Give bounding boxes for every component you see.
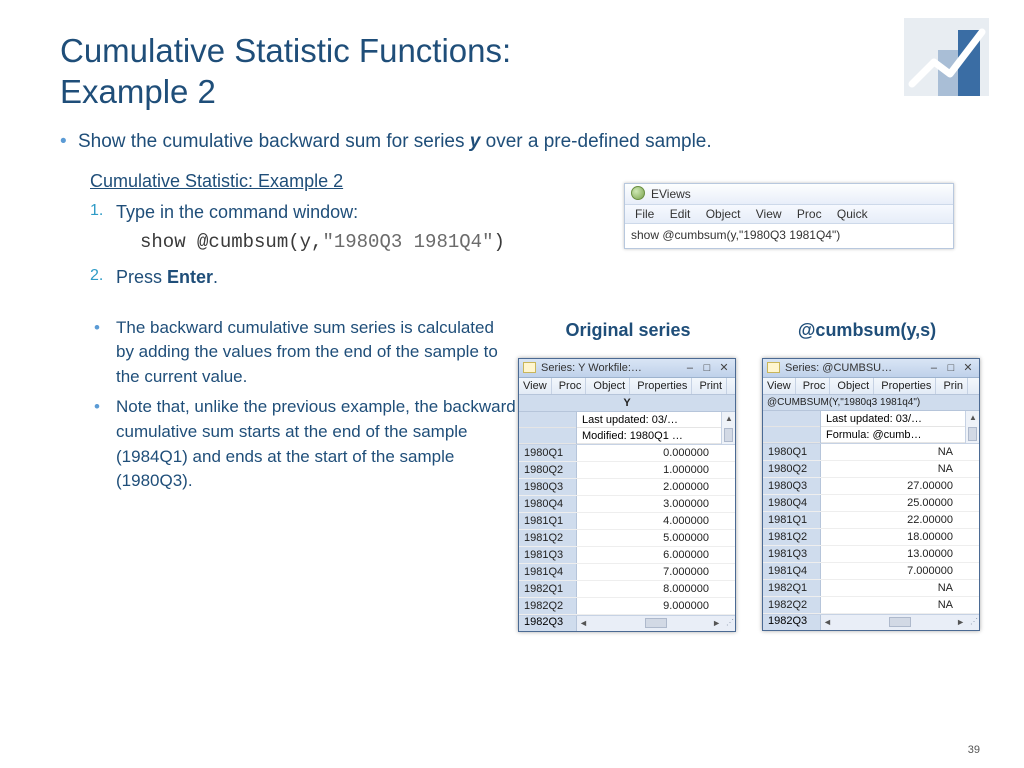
window-footer: 1982Q3 ◄►⋰ [519,615,735,631]
table-row: 1980Q10.000000 [519,445,735,462]
main-bullet: Show the cumulative backward sum for ser… [78,131,964,153]
minimize-icon[interactable]: – [927,362,941,374]
table-row: 1980Q425.00000 [763,495,979,512]
vscroll[interactable]: ▲ [721,412,735,444]
table-row: 1980Q21.000000 [519,462,735,479]
meta-formula: Formula: @cumb… [821,427,965,443]
table-row: 1982Q29.000000 [519,598,735,615]
tb-print[interactable]: Prin [939,378,968,394]
explanation-list: The backward cumulative sum series is ca… [116,316,516,494]
close-icon[interactable]: ✕ [961,361,975,374]
tb-object[interactable]: Object [833,378,874,394]
table-row: 1981Q122.00000 [763,512,979,529]
maximize-icon[interactable]: □ [944,362,958,374]
table-row: 1981Q47.000000 [763,563,979,580]
series-toolbar: View Proc Object Properties Print [519,378,735,395]
series-icon [523,362,536,373]
eviews-app-icon [631,186,645,200]
page-number: 39 [968,744,980,756]
table-row: 1981Q25.000000 [519,530,735,547]
column-header: @CUMBSUM(Y,"1980q3 1981q4") [763,395,979,411]
slide-title: Cumulative Statistic Functions: Example … [60,30,964,113]
tb-view[interactable]: View [763,378,796,394]
table-row: 1981Q14.000000 [519,513,735,530]
tb-view[interactable]: View [519,378,552,394]
tb-print[interactable]: Print [695,378,727,394]
table-row: 1980Q32.000000 [519,479,735,496]
table-row: 1980Q327.00000 [763,478,979,495]
meta-block: Last updated: 03/… Formula: @cumb… ▲ [763,411,979,444]
window-titlebar: Series: Y Workfile:… – □ ✕ [519,359,735,378]
table-row: 1980Q43.000000 [519,496,735,513]
command-window-menu: File Edit Object View Proc Quick [625,205,953,224]
menu-edit[interactable]: Edit [670,207,691,221]
menu-quick[interactable]: Quick [837,207,868,221]
table-row: 1980Q1NA [763,444,979,461]
meta-updated: Last updated: 03/… [821,411,965,427]
column-header: Y [519,395,735,412]
command-window-title: EViews [625,184,953,205]
menu-view[interactable]: View [756,207,782,221]
menu-object[interactable]: Object [706,207,741,221]
explain-item: The backward cumulative sum series is ca… [116,316,516,390]
title-line1: Cumulative Statistic Functions: [60,32,511,69]
data-table: 1980Q1NA 1980Q2NA 1980Q327.00000 1980Q42… [763,444,979,614]
table-row: 1981Q313.00000 [763,546,979,563]
series-toolbar: View Proc Object Properties Prin [763,378,979,395]
window-footer: 1982Q3 ◄►⋰ [763,614,979,630]
menu-file[interactable]: File [635,207,654,221]
tb-properties[interactable]: Properties [877,378,936,394]
table-row: 1982Q18.000000 [519,581,735,598]
table-row: 1981Q47.000000 [519,564,735,581]
label-original: Original series [528,320,728,341]
meta-modified: Modified: 1980Q1 … [577,428,721,444]
command-window: EViews File Edit Object View Proc Quick … [624,183,954,249]
close-icon[interactable]: ✕ [717,361,731,374]
window-titlebar: Series: @CUMBSU… – □ ✕ [763,359,979,378]
explain-item: Note that, unlike the previous example, … [116,395,516,494]
table-row: 1982Q2NA [763,597,979,614]
command-input[interactable]: show @cumbsum(y,"1980Q3 1981Q4") [625,224,953,248]
meta-updated: Last updated: 03/… [577,412,721,428]
step-2: 2. Press Enter. [116,267,964,288]
table-row: 1980Q2NA [763,461,979,478]
minimize-icon[interactable]: – [683,362,697,374]
vscroll[interactable]: ▲ [965,411,979,443]
tb-proc[interactable]: Proc [799,378,831,394]
data-table: 1980Q10.000000 1980Q21.000000 1980Q32.00… [519,445,735,615]
chart-logo [904,18,989,96]
tb-object[interactable]: Object [589,378,630,394]
tb-properties[interactable]: Properties [633,378,692,394]
maximize-icon[interactable]: □ [700,362,714,374]
hscroll[interactable]: ◄►⋰ [577,616,735,631]
meta-block: Last updated: 03/… Modified: 1980Q1 … ▲ [519,412,735,445]
label-cumbsum: @cumbsum(y,s) [762,320,972,341]
table-row: 1982Q1NA [763,580,979,597]
table-row: 1981Q36.000000 [519,547,735,564]
series-window-original: Series: Y Workfile:… – □ ✕ View Proc Obj… [518,358,736,632]
tb-proc[interactable]: Proc [555,378,587,394]
title-line2: Example 2 [60,73,216,110]
table-row: 1981Q218.00000 [763,529,979,546]
menu-proc[interactable]: Proc [797,207,822,221]
series-window-cumbsum: Series: @CUMBSU… – □ ✕ View Proc Object … [762,358,980,631]
series-icon [767,362,780,373]
hscroll[interactable]: ◄►⋰ [821,615,979,630]
